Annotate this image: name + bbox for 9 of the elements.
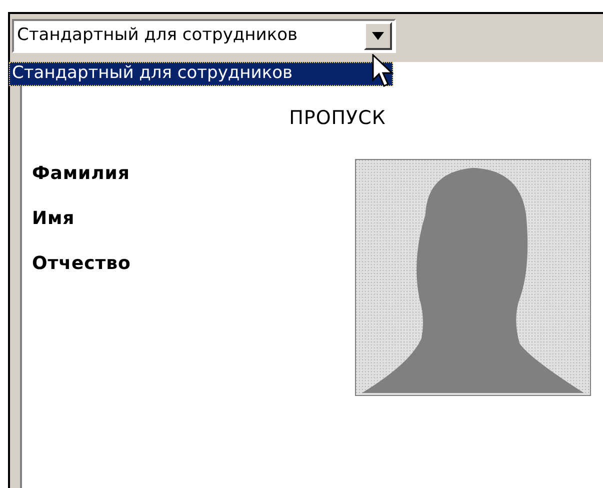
field-label: Имя — [32, 206, 76, 230]
dropdown-arrow-button[interactable] — [364, 22, 392, 50]
field-label: Отчество — [32, 252, 132, 276]
template-dropdown[interactable]: Стандартный для сотрудников — [12, 19, 396, 53]
field-label: Фамилия — [32, 162, 131, 186]
dropdown-value: Стандартный для сотрудников — [16, 24, 299, 48]
pass-title: ПРОПУСК — [288, 106, 387, 131]
dropdown-option[interactable]: Стандартный для сотрудников — [9, 62, 393, 86]
caret-icon — [372, 32, 384, 40]
